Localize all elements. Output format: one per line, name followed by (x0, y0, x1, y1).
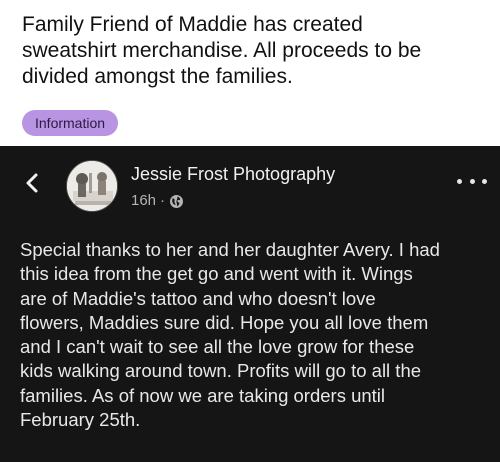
more-dot (457, 178, 462, 184)
more-options-icon[interactable] (457, 174, 487, 188)
post-body-line: families. As of now we are taking orders… (20, 384, 386, 406)
more-dot (482, 178, 487, 184)
announcement-panel: Family Friend of Maddie has created swea… (0, 0, 500, 146)
post-body-line: Special thanks to her and her daughter A… (20, 239, 440, 260)
post-body-line: February 25th. (20, 409, 141, 431)
post-author[interactable]: Jessie Frost Photography (131, 163, 335, 185)
globe-icon (169, 194, 184, 209)
post-body-line: flowers, Maddies sure did. Hope you all … (20, 311, 429, 333)
headline-line: Family Friend of Maddie has created (22, 13, 363, 36)
chevron-left-icon[interactable] (24, 172, 40, 194)
post-body: Special thanks to her and her daughter A… (20, 238, 492, 432)
facebook-post: Jessie Frost Photography 16h · Special t… (0, 146, 500, 462)
announcement-headline: Family Friend of Maddie has created swea… (22, 12, 492, 90)
post-body-line: this idea from the get go and went with … (20, 263, 413, 285)
post-meta: 16h · (131, 191, 184, 211)
headline-line: divided amongst the families. (22, 65, 293, 88)
meta-separator: · (160, 192, 166, 209)
post-time[interactable]: 16h (131, 191, 156, 211)
avatar[interactable] (66, 160, 118, 212)
post-body-line: and I can't wait to see all the love gro… (20, 336, 415, 358)
flair-badge[interactable]: Information (22, 110, 119, 136)
post-body-line: kids walking around town. Profits will g… (20, 360, 422, 382)
headline-line: sweatshirt merchandise. All proceeds to … (22, 39, 422, 62)
more-dot (469, 178, 475, 184)
post-body-line: are of Maddie's tattoo and who doesn't l… (20, 287, 376, 309)
